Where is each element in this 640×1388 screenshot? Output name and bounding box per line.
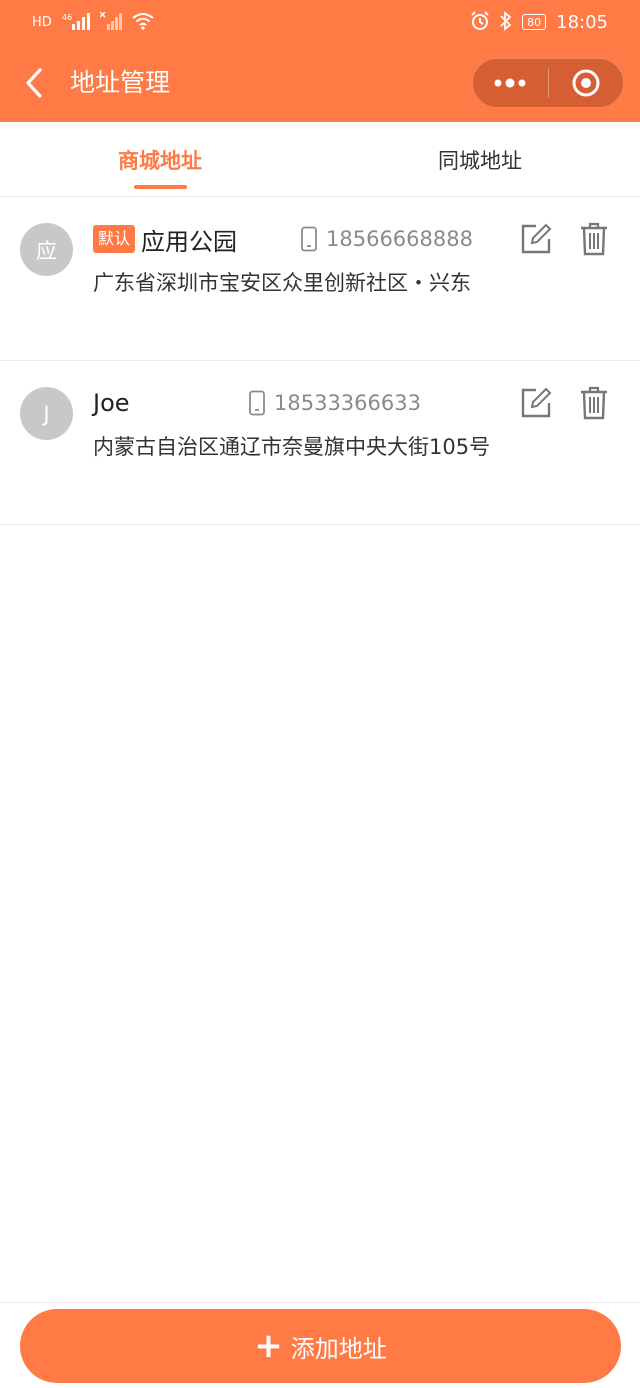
mini-program-capsule [472,58,624,108]
tab-label: 同城地址 [438,148,522,173]
tab-mall-address[interactable]: 商城地址 [0,122,320,197]
bottom-bar: + 添加地址 [0,1302,640,1388]
status-left: HD 46 [32,10,154,33]
target-icon [572,69,600,97]
phone-line: 18533366633 [248,385,421,421]
add-address-label: 添加地址 [290,1334,387,1363]
address-text: 内蒙古自治区通辽市奈曼旗中央大街105号 [93,435,491,459]
wifi-icon [132,12,154,33]
address-list: 应 默认 应用公园 18566668888 广东省深圳市宝安区众里创新社区・兴东… [0,197,640,525]
bluetooth-icon [500,10,512,34]
avatar: J [20,387,73,440]
address-item[interactable]: J Joe 18533366633 内蒙古自治区通辽市奈曼旗中央大街105号 [0,361,640,525]
more-button[interactable] [473,58,548,108]
signal-x-icon [99,10,122,33]
close-button[interactable] [549,58,624,108]
edit-icon[interactable] [520,387,552,419]
default-badge: 默认 [93,225,136,253]
phone-icon [301,226,317,252]
more-dots-icon [494,78,526,88]
signal-4g-icon: 46 [62,12,90,33]
status-right: 80 18:05 [470,10,608,34]
contact-name: 应用公园 [141,227,238,256]
status-bar: HD 46 80 18:05 [0,0,640,44]
alarm-icon [470,10,490,34]
phone-number: 18533366633 [274,391,421,415]
name-line: 默认 应用公园 [93,221,237,257]
tab-active-indicator [134,185,187,189]
edit-icon[interactable] [520,223,552,255]
phone-number: 18566668888 [326,227,473,251]
add-address-button[interactable]: + 添加地址 [20,1309,621,1383]
address-text: 广东省深圳市宝安区众里创新社区・兴东 [93,271,471,295]
trash-icon[interactable] [580,222,608,256]
status-time: 18:05 [556,11,608,33]
network-type-label: 46 [62,13,72,22]
tab-label: 商城地址 [118,148,202,173]
phone-icon [249,390,265,416]
contact-name: Joe [93,389,130,417]
hd-icon: HD [32,14,52,30]
page-title: 地址管理 [70,68,171,97]
plus-icon: + [254,1326,283,1366]
tab-city-address[interactable]: 同城地址 [320,122,640,197]
back-arrow-icon[interactable] [22,66,48,100]
avatar: 应 [20,223,73,276]
phone-line: 18566668888 [300,221,473,257]
trash-icon[interactable] [580,386,608,420]
name-line: Joe [93,385,130,421]
battery-indicator: 80 [522,14,547,30]
address-tabs: 商城地址 同城地址 [0,122,640,197]
address-item[interactable]: 应 默认 应用公园 18566668888 广东省深圳市宝安区众里创新社区・兴东 [0,197,640,361]
nav-bar: 地址管理 [0,44,640,122]
